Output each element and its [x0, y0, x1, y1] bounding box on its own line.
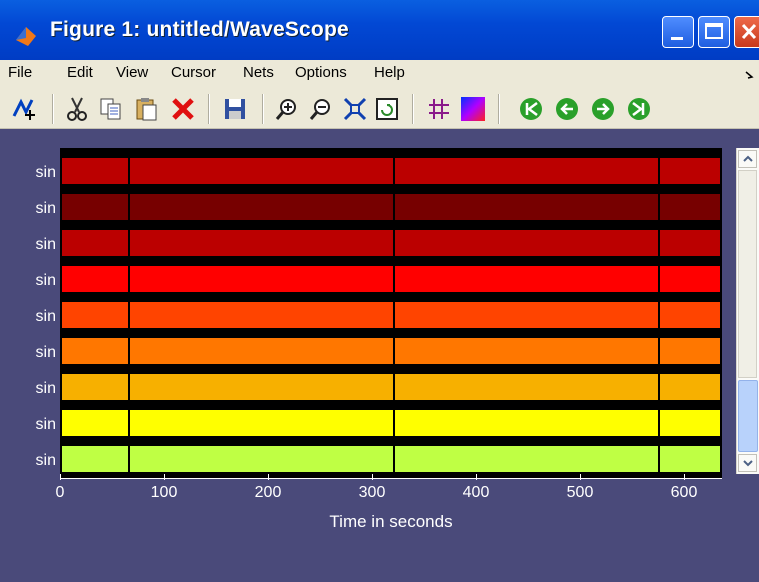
menu-edit[interactable]: Edit — [67, 64, 93, 81]
x-tick-label: 0 — [55, 484, 65, 501]
cut-icon[interactable] — [64, 96, 90, 122]
x-tick — [372, 474, 373, 480]
menu-view[interactable]: View — [116, 64, 148, 81]
x-tick — [580, 474, 581, 480]
close-button[interactable] — [734, 16, 759, 48]
signal-label: sin — [35, 236, 56, 253]
menu-help[interactable]: Help — [374, 64, 405, 81]
signal-band[interactable] — [62, 302, 720, 328]
fit-icon[interactable] — [342, 96, 368, 122]
colormap-icon[interactable] — [460, 96, 486, 122]
separator — [262, 94, 264, 124]
cursor-line[interactable] — [392, 148, 395, 474]
grid-icon[interactable] — [426, 96, 452, 122]
last-icon[interactable] — [626, 96, 652, 122]
zoom-out-icon[interactable] — [308, 96, 334, 122]
signal-label: sin — [35, 416, 56, 433]
pointer-add-icon[interactable] — [12, 96, 38, 122]
paste-icon[interactable] — [134, 96, 160, 122]
x-tick-label: 400 — [462, 484, 490, 501]
signal-band[interactable] — [62, 266, 720, 292]
minimize-button[interactable] — [662, 16, 694, 48]
x-tick — [164, 474, 165, 480]
scroll-track[interactable] — [738, 170, 757, 378]
separator — [412, 94, 414, 124]
signal-label: sin — [35, 164, 56, 181]
refresh-icon[interactable] — [374, 96, 400, 122]
maximize-icon — [705, 23, 723, 39]
prev-icon[interactable] — [554, 96, 580, 122]
close-icon — [741, 23, 757, 40]
cursor-line[interactable] — [127, 148, 130, 474]
matlab-icon — [16, 27, 36, 46]
x-tick — [268, 474, 269, 480]
signal-band[interactable] — [62, 446, 720, 472]
menu-arrow-icon — [745, 71, 754, 79]
x-tick-label: 500 — [566, 484, 594, 501]
x-tick-label: 300 — [358, 484, 386, 501]
first-icon[interactable] — [518, 96, 544, 122]
signal-label: sin — [35, 380, 56, 397]
scroll-down-button[interactable] — [738, 454, 757, 472]
copy-icon[interactable] — [98, 96, 124, 122]
x-tick — [60, 474, 61, 480]
maximize-button[interactable] — [698, 16, 730, 48]
signal-band[interactable] — [62, 194, 720, 220]
scroll-thumb[interactable] — [738, 380, 758, 452]
save-icon[interactable] — [222, 96, 248, 122]
signal-band[interactable] — [62, 338, 720, 364]
chevron-down-icon — [743, 460, 753, 467]
menu-file[interactable]: File — [8, 64, 32, 81]
signal-band[interactable] — [62, 158, 720, 184]
menu-nets[interactable]: Nets — [243, 64, 274, 81]
scroll-up-button[interactable] — [738, 150, 757, 168]
separator — [498, 94, 500, 124]
menu-options[interactable]: Options — [295, 64, 347, 81]
signal-label: sin — [35, 200, 56, 217]
x-axis-label: Time in seconds — [329, 512, 453, 531]
x-tick-label: 600 — [670, 484, 698, 501]
signal-band[interactable] — [62, 410, 720, 436]
x-axis — [60, 478, 722, 479]
x-tick-label: 100 — [150, 484, 178, 501]
signal-label: sin — [35, 452, 56, 469]
cursor-line[interactable] — [658, 148, 660, 474]
separator — [208, 94, 210, 124]
x-tick — [476, 474, 477, 480]
x-tick — [684, 474, 685, 480]
title-bar: Figure 1: untitled/WaveScope — [0, 0, 759, 60]
vertical-scrollbar[interactable] — [736, 148, 759, 474]
delete-icon[interactable] — [170, 96, 196, 122]
x-tick-label: 200 — [254, 484, 282, 501]
minimize-icon — [671, 37, 683, 40]
signal-label: sin — [35, 272, 56, 289]
separator — [52, 94, 54, 124]
window-title: Figure 1: untitled/WaveScope — [50, 18, 349, 41]
signal-band[interactable] — [62, 374, 720, 400]
menu-cursor[interactable]: Cursor — [171, 64, 216, 81]
signal-label: sin — [35, 344, 56, 361]
signal-band[interactable] — [62, 230, 720, 256]
signal-label: sin — [35, 308, 56, 325]
chevron-up-icon — [743, 155, 753, 162]
zoom-in-icon[interactable] — [274, 96, 300, 122]
next-icon[interactable] — [590, 96, 616, 122]
